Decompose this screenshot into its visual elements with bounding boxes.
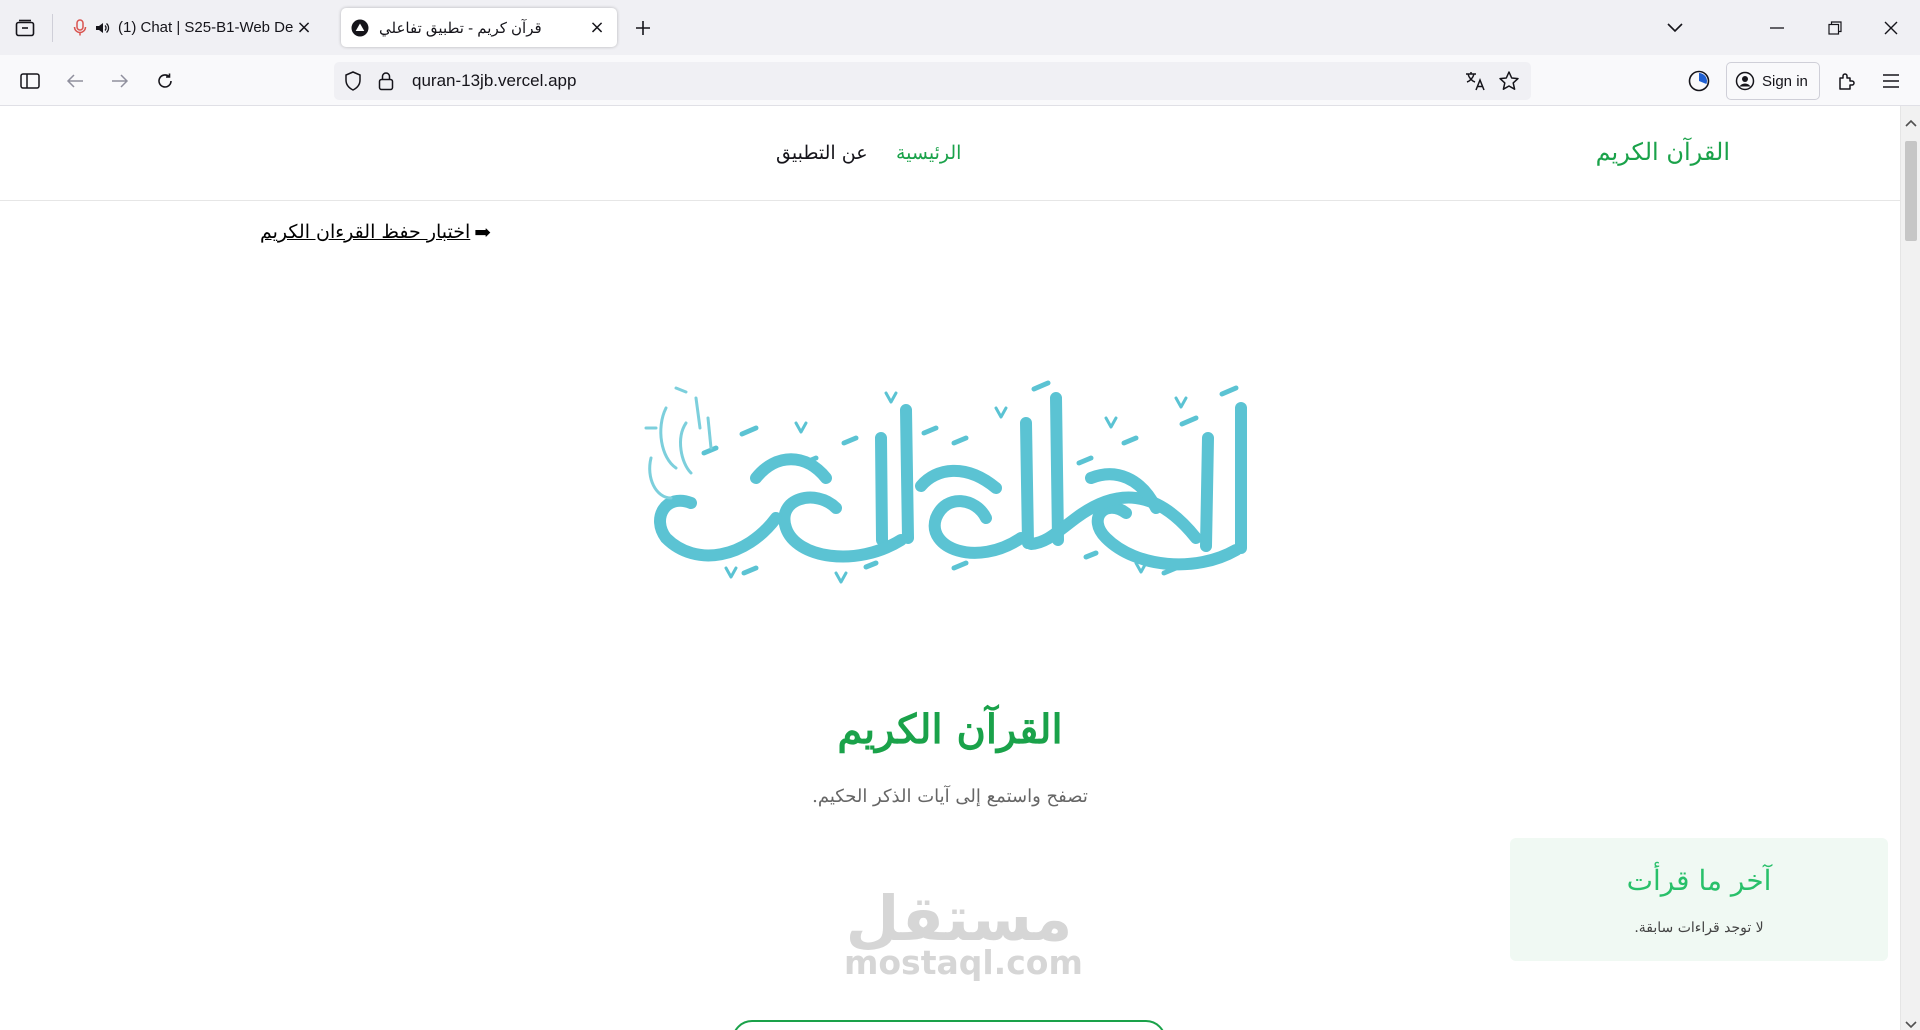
quiz-link-label: اختبار حفظ القرءان الكريم: [260, 221, 471, 243]
mostaql-watermark: مستقل mostaql.com: [844, 886, 1083, 982]
extensions-icon[interactable]: [1832, 67, 1862, 95]
close-window-icon[interactable]: [1876, 14, 1906, 42]
watermark-latin: mostaql.com: [844, 943, 1083, 982]
address-bar[interactable]: quran-13jb.vercel.app: [334, 62, 1531, 100]
chevron-down-icon[interactable]: [1660, 14, 1690, 42]
forward-icon[interactable]: [105, 67, 135, 95]
vercel-favicon-icon: [351, 19, 369, 37]
close-icon[interactable]: ×: [294, 17, 314, 38]
tab-divider: [52, 14, 53, 42]
tab-label: (1) Chat | S25-B1-Web Desi: [118, 19, 294, 36]
menu-icon[interactable]: [1876, 67, 1906, 95]
url-text[interactable]: quran-13jb.vercel.app: [412, 71, 576, 91]
sidebar-icon[interactable]: [15, 67, 45, 95]
last-read-card: آخر ما قرأت لا توجد قراءات سابقة.: [1510, 838, 1888, 961]
tab-chat[interactable]: (1) Chat | S25-B1-Web Desi ×: [62, 8, 324, 47]
page-scrollbar[interactable]: [1900, 106, 1920, 1030]
shield-icon[interactable]: [344, 71, 362, 91]
scrollbar-thumb[interactable]: [1905, 141, 1917, 241]
page-subtitle: تصفح واستمع إلى آيات الذكر الحكيم.: [812, 786, 1088, 807]
page-viewport: القرآن الكريم الرئيسية عن التطبيق اختبار…: [0, 106, 1900, 1030]
reload-icon[interactable]: [150, 67, 180, 95]
theme-icon[interactable]: [1684, 66, 1714, 96]
quiz-link[interactable]: اختبار حفظ القرءان الكريم ➡: [260, 220, 491, 244]
tab-quran[interactable]: قرآن كريم - تطبيق تفاعلي ×: [341, 8, 617, 47]
tab-list-icon[interactable]: [10, 14, 40, 42]
translate-icon[interactable]: [1464, 70, 1486, 92]
back-icon[interactable]: [60, 67, 90, 95]
sign-in-label: Sign in: [1762, 72, 1808, 90]
tab-bar: (1) Chat | S25-B1-Web Desi × قرآن كريم -…: [0, 0, 1920, 55]
scroll-down-icon[interactable]: [1905, 1014, 1917, 1030]
microphone-icon: [72, 18, 88, 37]
tab-label: قرآن كريم - تطبيق تفاعلي: [379, 19, 542, 37]
bookmark-star-icon[interactable]: [1498, 70, 1520, 92]
arrow-right-icon: ➡: [474, 220, 492, 244]
site-navbar: القرآن الكريم الرئيسية عن التطبيق: [0, 106, 1900, 201]
sign-in-button[interactable]: Sign in: [1726, 62, 1820, 100]
minimize-icon[interactable]: [1762, 14, 1792, 42]
nav-link-home[interactable]: الرئيسية: [896, 142, 961, 164]
partially-visible-button[interactable]: [732, 1020, 1166, 1030]
page-title: القرآن الكريم: [837, 706, 1063, 753]
close-icon[interactable]: ×: [587, 17, 607, 38]
navigation-toolbar: quran-13jb.vercel.app Sign in: [0, 55, 1920, 106]
last-read-empty-message: لا توجد قراءات سابقة.: [1634, 920, 1764, 936]
iqra-calligraphy-icon: [636, 368, 1266, 588]
scroll-up-icon[interactable]: [1905, 112, 1917, 131]
nav-link-about[interactable]: عن التطبيق: [776, 142, 868, 164]
restore-icon[interactable]: [1820, 14, 1850, 42]
account-icon: [1735, 71, 1755, 91]
site-brand[interactable]: القرآن الكريم: [1596, 138, 1730, 166]
new-tab-icon[interactable]: [628, 14, 658, 42]
lock-icon[interactable]: [378, 71, 394, 91]
speaker-icon[interactable]: [94, 20, 110, 36]
last-read-title: آخر ما قرأت: [1626, 864, 1772, 897]
